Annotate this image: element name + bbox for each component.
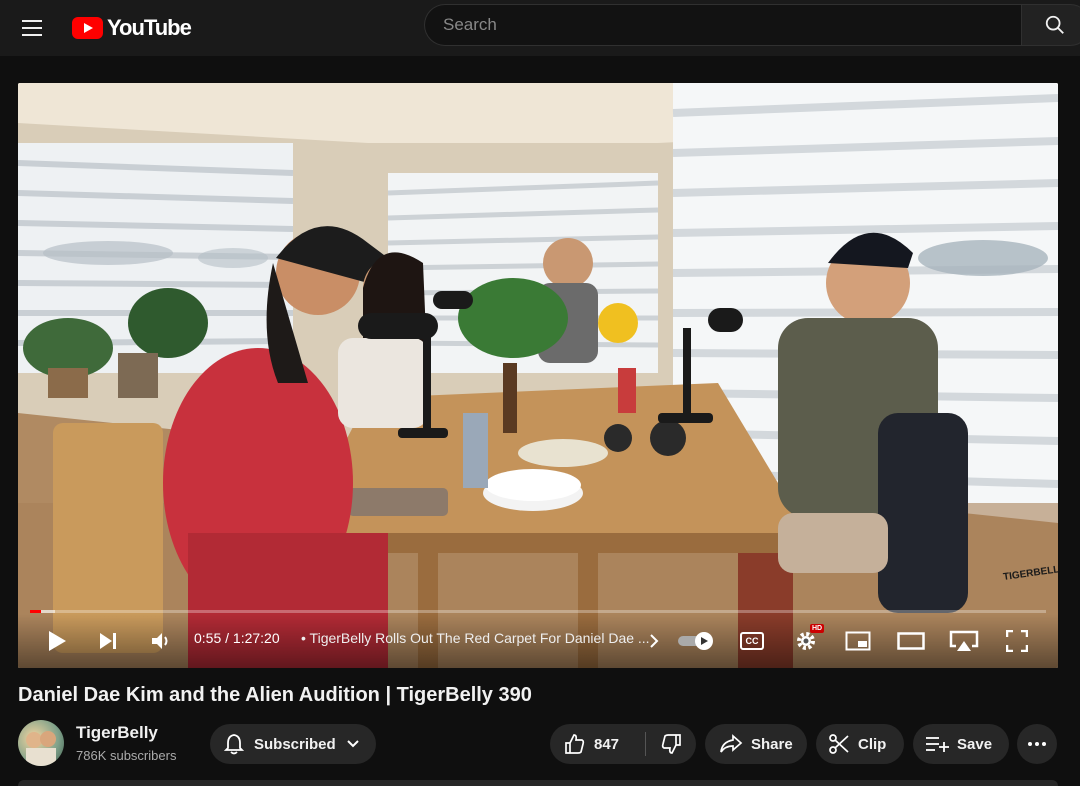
theater-mode-button[interactable] xyxy=(896,626,926,656)
search-input[interactable] xyxy=(425,5,1003,45)
like-button[interactable]: 847 xyxy=(564,733,645,755)
chapter-title-text: TigerBelly Rolls Out The Red Carpet For … xyxy=(309,630,650,646)
search-icon xyxy=(1045,15,1064,34)
logo-text: YouTube xyxy=(107,15,192,40)
thumbs-down-icon xyxy=(661,734,681,754)
share-button[interactable]: Share xyxy=(705,724,807,764)
time-separator: / xyxy=(225,630,230,646)
save-label: Save xyxy=(957,735,993,753)
mute-button[interactable] xyxy=(148,626,174,656)
chevron-right-icon xyxy=(650,634,659,648)
video-title: Daniel Dae Kim and the Alien Audition | … xyxy=(18,684,532,706)
cc-icon: CC xyxy=(740,632,764,650)
more-actions-button[interactable] xyxy=(1017,724,1057,764)
chapter-chevron[interactable] xyxy=(646,626,662,656)
more-horizontal-icon xyxy=(1028,742,1046,746)
settings-button[interactable]: HD xyxy=(792,624,825,656)
progress-bar[interactable] xyxy=(30,610,1046,613)
avatar-image xyxy=(26,731,56,766)
autoplay-toggle[interactable] xyxy=(676,626,716,656)
menu-icon[interactable] xyxy=(10,8,54,48)
youtube-logo[interactable]: YouTube xyxy=(72,13,192,43)
subscribed-button[interactable]: Subscribed xyxy=(210,724,376,764)
player-area: TIGERBELLY 0:55 / 1:27:20 • TigerBelly R… xyxy=(0,56,1080,678)
subscriber-count: 786K subscribers xyxy=(76,748,177,763)
volume-icon xyxy=(152,633,168,649)
share-icon xyxy=(720,734,743,753)
like-dislike-group: 847 xyxy=(550,724,696,764)
share-label: Share xyxy=(751,735,793,753)
scissors-icon xyxy=(829,734,849,754)
chapter-title[interactable]: • TigerBelly Rolls Out The Red Carpet Fo… xyxy=(301,630,650,646)
cc-label: CC xyxy=(745,636,759,646)
channel-avatar[interactable] xyxy=(18,720,64,766)
save-button[interactable]: Save xyxy=(913,724,1009,764)
description-panel-edge xyxy=(18,780,1058,786)
like-count: 847 xyxy=(594,735,620,753)
subscribed-label: Subscribed xyxy=(254,735,336,753)
autoplay-toggle-icon xyxy=(678,632,713,650)
airplay-icon xyxy=(949,630,979,651)
search-box xyxy=(424,4,1021,46)
video-player[interactable]: TIGERBELLY 0:55 / 1:27:20 • TigerBelly R… xyxy=(18,83,1058,668)
search-button[interactable] xyxy=(1021,4,1080,46)
fullscreen-button[interactable] xyxy=(1004,626,1030,656)
progress-played xyxy=(30,610,41,613)
next-button[interactable] xyxy=(96,626,122,656)
fullscreen-icon xyxy=(1006,630,1028,652)
hd-badge: HD xyxy=(810,624,825,633)
chapter-bullet: • xyxy=(301,630,306,646)
time-display: 0:55 / 1:27:20 xyxy=(194,630,280,646)
dislike-button[interactable] xyxy=(646,733,696,755)
player-controls: 0:55 / 1:27:20 • TigerBelly Rolls Out Th… xyxy=(18,614,1058,668)
theater-icon xyxy=(897,632,925,650)
time-current: 0:55 xyxy=(194,630,222,646)
playlist-add-icon xyxy=(926,737,949,752)
clip-label: Clip xyxy=(858,735,887,753)
miniplayer-button[interactable] xyxy=(844,626,872,656)
play-button[interactable] xyxy=(44,626,70,656)
clip-button[interactable]: Clip xyxy=(816,724,904,764)
play-icon xyxy=(49,631,66,651)
chevron-down-icon xyxy=(346,740,359,748)
next-icon xyxy=(100,633,116,649)
top-bar: YouTube xyxy=(0,0,1080,56)
miniplayer-icon xyxy=(845,631,871,651)
time-total: 1:27:20 xyxy=(232,630,280,646)
video-frame: TIGERBELLY xyxy=(18,83,1058,668)
subtitles-button[interactable]: CC xyxy=(738,626,766,656)
youtube-play-logo-icon xyxy=(72,17,103,39)
cast-button[interactable] xyxy=(948,626,980,656)
bell-icon xyxy=(224,734,244,755)
thumbs-up-icon xyxy=(565,734,585,754)
channel-name[interactable]: TigerBelly xyxy=(76,723,158,743)
